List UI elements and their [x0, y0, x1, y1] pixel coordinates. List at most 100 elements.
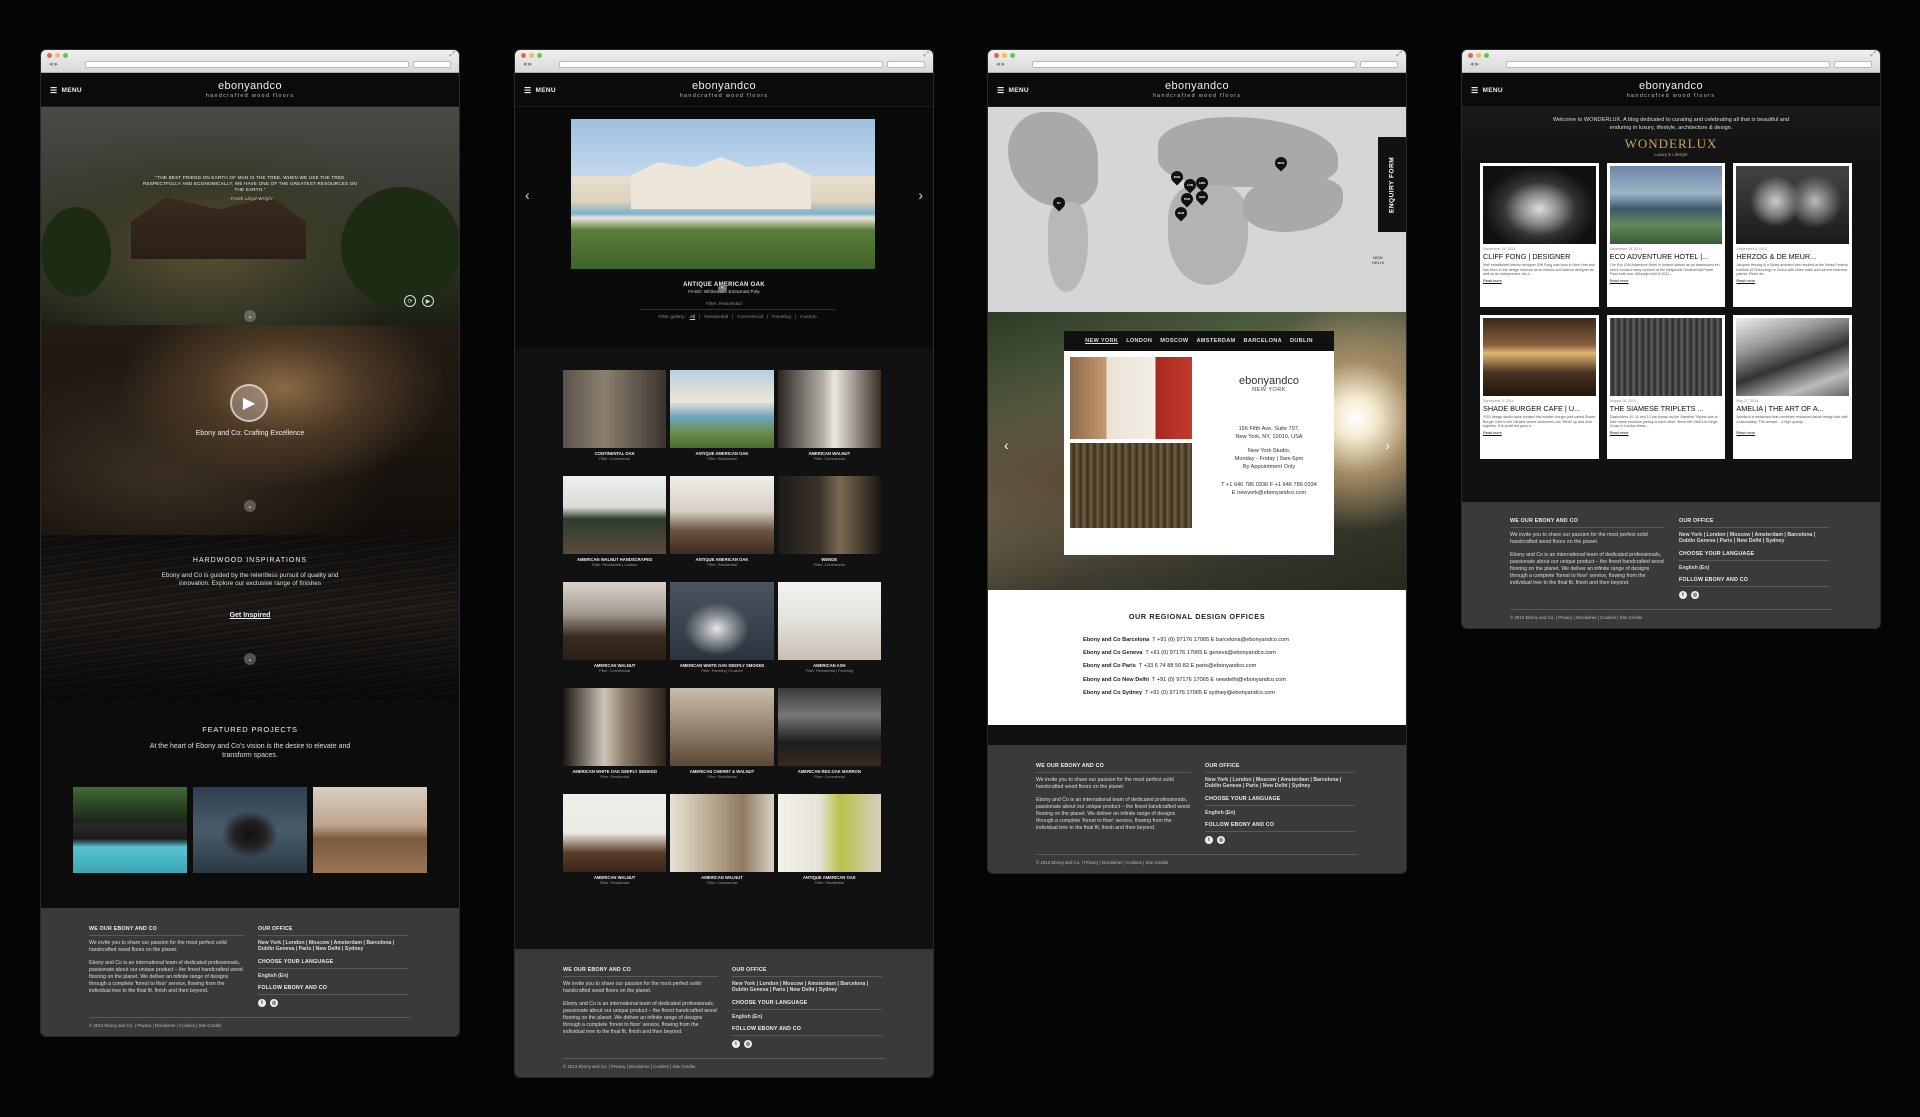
- filter-commercial[interactable]: Commercial: [737, 315, 763, 320]
- maximize-dot[interactable]: [537, 53, 542, 58]
- read-more-link[interactable]: Read more: [1483, 279, 1596, 283]
- language-select[interactable]: English (En): [732, 1014, 882, 1021]
- next-arrow-icon[interactable]: ›: [918, 187, 923, 203]
- prev-arrow-icon[interactable]: ‹: [1004, 437, 1009, 453]
- blog-post-image[interactable]: [1609, 166, 1723, 244]
- scroll-down-icon[interactable]: ⌄: [244, 310, 256, 322]
- gallery-thumbnail[interactable]: [777, 688, 881, 766]
- blog-post-card[interactable]: May 27, 2014 AMELIA | THE ART OF A... Amel…: [1733, 315, 1852, 459]
- search-field[interactable]: [1360, 61, 1398, 68]
- gallery-thumbnail[interactable]: [670, 688, 774, 766]
- tab-london[interactable]: LONDON: [1126, 338, 1152, 344]
- read-more-link[interactable]: Read more: [1610, 431, 1723, 435]
- map-pin[interactable]: BAR: [1172, 204, 1190, 222]
- footer-links[interactable]: © 2013 Ebony and Co. | Privacy | Disclai…: [1036, 854, 1358, 865]
- gallery-item[interactable]: AMERICAN WHITE OAK DEEPLY SMOKED Filter: …: [670, 582, 774, 688]
- office-map[interactable]: NY DUB LON AMS GEN PAR BAR MOS NEW DELHI…: [988, 107, 1406, 312]
- close-dot[interactable]: [521, 53, 526, 58]
- office-links[interactable]: New York | London | Moscow | Amsterdam |…: [1679, 532, 1829, 545]
- gallery-thumbnail[interactable]: [777, 370, 881, 448]
- gallery-thumbnail[interactable]: [563, 476, 667, 554]
- scroll-down-icon[interactable]: ⌄: [244, 653, 256, 665]
- blog-post-title[interactable]: THE SIAMESE TRIPLETS ...: [1610, 404, 1723, 413]
- tab-dublin[interactable]: DUBLIN: [1290, 338, 1313, 344]
- gallery-item[interactable]: AMERICAN ASH Filter: Residential | Paneli…: [777, 582, 881, 688]
- blog-post-card[interactable]: September 8, 2014 HERZOG & DE MEUR... Jacq…: [1733, 163, 1852, 307]
- gallery-item[interactable]: AMERICAN WALNUT Filter: Commercial: [777, 370, 881, 476]
- instagram-icon[interactable]: ◎: [1691, 591, 1699, 599]
- blog-post-card[interactable]: September 18, 2014 ECO ADVENTURE HOTEL |.…: [1606, 163, 1726, 307]
- tab-barcelona[interactable]: BARCELONA: [1244, 338, 1282, 344]
- play-icon[interactable]: ▶: [422, 295, 434, 307]
- twitter-icon[interactable]: t: [1205, 836, 1213, 844]
- filter-all[interactable]: All: [690, 315, 695, 320]
- gallery-item[interactable]: AMERICAN WHITE OAK DEEPLY SMOKED Filter: …: [563, 688, 667, 794]
- gallery-item[interactable]: CONTINENTAL OAK Filter: Commercial: [563, 370, 667, 476]
- language-select[interactable]: English (En): [258, 973, 408, 980]
- minimize-dot[interactable]: [1002, 53, 1007, 58]
- map-pin[interactable]: AMS: [1193, 174, 1211, 192]
- map-pin[interactable]: PAR: [1178, 190, 1196, 208]
- twitter-icon[interactable]: t: [258, 999, 266, 1007]
- blog-post-title[interactable]: ECO ADVENTURE HOTEL |...: [1610, 252, 1723, 261]
- wonderlux-logo[interactable]: WONDERLUX: [1462, 136, 1880, 152]
- address-bar[interactable]: [1506, 61, 1830, 68]
- site-logo[interactable]: ebonyandco handcrafted wood floors: [41, 80, 459, 99]
- blog-post-title[interactable]: SHADE BURGER CAFE | U...: [1483, 404, 1596, 413]
- featured-project-image[interactable]: [73, 787, 187, 873]
- site-logo[interactable]: ebonyandco handcrafted wood floors: [1462, 80, 1880, 99]
- tab-amsterdam[interactable]: AMSTERDAM: [1196, 338, 1235, 344]
- minimize-dot[interactable]: [529, 53, 534, 58]
- blog-post-image[interactable]: [1483, 166, 1596, 244]
- prev-arrow-icon[interactable]: ‹: [525, 187, 530, 203]
- back-forward-icon[interactable]: ◂ ▸: [49, 61, 58, 68]
- gallery-thumbnail[interactable]: [670, 476, 774, 554]
- gallery-item[interactable]: AMERICAN WALNUT Filter: Residential: [563, 794, 667, 900]
- gallery-item[interactable]: AMERICAN WALNUT Filter: Commercial: [670, 794, 774, 900]
- minimize-dot[interactable]: [1476, 53, 1481, 58]
- read-more-link[interactable]: Read more: [1736, 431, 1849, 435]
- address-bar[interactable]: [85, 61, 409, 68]
- gallery-item[interactable]: AMERICAN WALNUT Filter: Commercial: [563, 582, 667, 688]
- gallery-thumbnail[interactable]: [563, 794, 667, 872]
- gallery-thumbnail[interactable]: [670, 370, 774, 448]
- maximize-dot[interactable]: [1484, 53, 1489, 58]
- gallery-thumbnail[interactable]: [563, 688, 667, 766]
- search-field[interactable]: [887, 61, 925, 68]
- tab-new-york[interactable]: NEW YORK: [1085, 338, 1118, 344]
- gallery-thumbnail[interactable]: [777, 582, 881, 660]
- language-select[interactable]: English (En): [1679, 565, 1829, 572]
- back-forward-icon[interactable]: ◂ ▸: [1470, 61, 1479, 68]
- close-dot[interactable]: [47, 53, 52, 58]
- enquiry-form-tab[interactable]: ENQUIRY FORM: [1378, 137, 1406, 232]
- featured-project-image[interactable]: [313, 787, 427, 873]
- blog-post-title[interactable]: AMELIA | THE ART OF A...: [1736, 404, 1849, 413]
- blog-post-image[interactable]: [1483, 318, 1596, 396]
- gallery-item[interactable]: AMERICAN WALNUT HANDSCRAPED Filter: Resid…: [563, 476, 667, 582]
- gallery-thumbnail[interactable]: [777, 476, 881, 554]
- maximize-dot[interactable]: [1010, 53, 1015, 58]
- address-bar[interactable]: [1032, 61, 1356, 68]
- search-field[interactable]: [413, 61, 451, 68]
- blog-post-card[interactable]: September 29, 2014 CLIFF FONG | DESIGNER W…: [1480, 163, 1599, 307]
- search-field[interactable]: [1834, 61, 1872, 68]
- gallery-thumbnail[interactable]: [563, 370, 667, 448]
- office-email[interactable]: E newyork@ebonyandco.com: [1214, 489, 1324, 497]
- share-icon[interactable]: <: [718, 284, 727, 293]
- footer-links[interactable]: © 2013 Ebony and Co. | Privacy | Disclai…: [89, 1017, 411, 1028]
- blog-post-title[interactable]: CLIFF FONG | DESIGNER: [1483, 252, 1596, 261]
- video-play-button[interactable]: ▶: [230, 384, 268, 422]
- gallery-item[interactable]: AMERICAN CHERRY & WALNUT Filter: Resident…: [670, 688, 774, 794]
- read-more-link[interactable]: Read more: [1736, 279, 1849, 283]
- gallery-thumbnail[interactable]: [670, 794, 774, 872]
- map-pin[interactable]: GEN: [1193, 188, 1211, 206]
- twitter-icon[interactable]: t: [732, 1040, 740, 1048]
- instagram-icon[interactable]: ◎: [1217, 836, 1225, 844]
- maximize-dot[interactable]: [63, 53, 68, 58]
- footer-links[interactable]: © 2013 Ebony and Co. | Privacy | Disclai…: [1510, 609, 1832, 620]
- slideshow-icon[interactable]: ⟳: [404, 295, 416, 307]
- office-links[interactable]: New York | London | Moscow | Amsterdam |…: [732, 981, 882, 994]
- next-arrow-icon[interactable]: ›: [1385, 437, 1390, 453]
- instagram-icon[interactable]: ◎: [744, 1040, 752, 1048]
- scroll-down-icon[interactable]: ⌄: [244, 500, 256, 512]
